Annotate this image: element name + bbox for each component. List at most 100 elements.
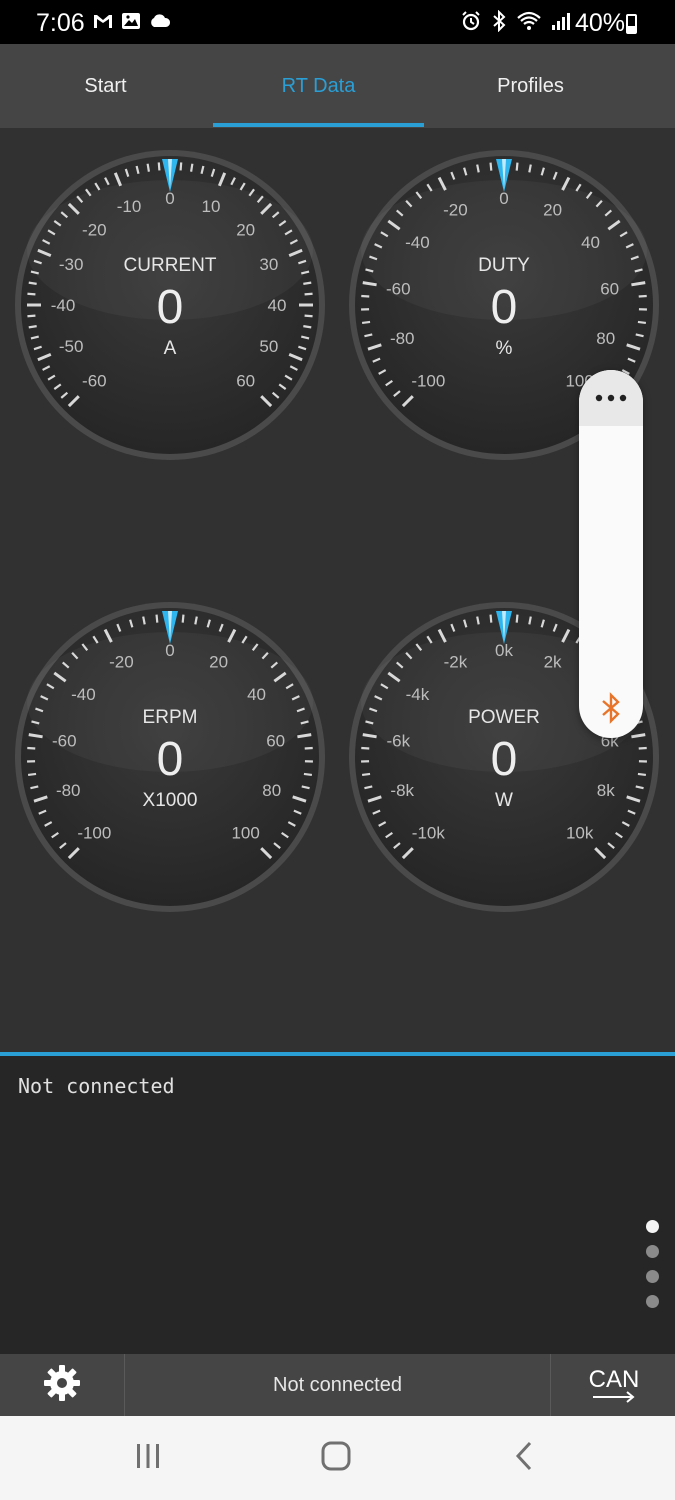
gauge-tick-label: 10 — [201, 197, 220, 216]
gauge-tick-label: -10 — [117, 197, 142, 216]
gauge-minor-tick — [28, 281, 37, 285]
settings-button[interactable] — [0, 1354, 125, 1416]
tab-bar: Start RT Data Profiles — [0, 44, 675, 128]
connection-status: Not connected — [125, 1354, 550, 1416]
gauge-minor-tick — [637, 772, 647, 777]
gauge-tick-label: 60 — [600, 279, 619, 298]
gauge-tick-label: -2k — [444, 653, 468, 672]
can-forward-button[interactable]: CAN — [550, 1354, 675, 1416]
cloud-icon — [148, 10, 172, 39]
page-dot[interactable] — [646, 1245, 659, 1258]
gauge-minor-tick — [361, 320, 371, 325]
gauge-value: 0 — [157, 733, 184, 786]
gauge-minor-tick — [476, 164, 480, 173]
gauge-title: ERPM — [143, 707, 198, 728]
gauge-minor-tick — [638, 746, 647, 750]
bluetooth-icon — [490, 9, 508, 39]
tab-start-label: Start — [84, 74, 127, 97]
gauge-value: 0 — [491, 281, 518, 334]
status-time: 7:06 — [36, 9, 85, 37]
console-panel: Not connected — [0, 1056, 675, 1354]
gallery-icon — [120, 10, 142, 39]
more-options-icon[interactable] — [579, 370, 643, 426]
status-bar: 7:06 40% — [0, 0, 675, 44]
gauge-tick-label: -40 — [71, 685, 96, 704]
page-dot[interactable] — [646, 1220, 659, 1233]
gauge-unit: W — [495, 790, 513, 811]
gauge-minor-tick — [638, 294, 647, 298]
gauge-tick-label: -40 — [405, 233, 430, 252]
gauge-title: CURRENT — [124, 255, 217, 276]
current-gauge-svg: -60-50-40-30-20-10 0 102030405060CURRENT0A — [15, 150, 325, 460]
gauge-tick-label: 40 — [247, 685, 266, 704]
gauge-tick-label: -20 — [82, 220, 107, 239]
back-icon — [512, 1440, 536, 1477]
gauge-minor-tick — [27, 772, 37, 777]
gauge-minor-tick — [476, 616, 480, 625]
gauge-unit: % — [496, 338, 513, 359]
gauge-tick-label: -100 — [77, 824, 111, 843]
gauge-minor-tick — [304, 292, 313, 296]
gauge-tick-label: -6k — [387, 731, 411, 750]
gauge-minor-tick — [528, 164, 532, 173]
gauge-minor-tick — [155, 614, 159, 623]
gauge-tick-label: 80 — [262, 781, 281, 800]
gauge-tick-label: -8k — [390, 781, 414, 800]
gauge-minor-tick — [27, 746, 36, 750]
gauge-tick-label: 60 — [236, 372, 255, 391]
gauge-tick-label: -80 — [390, 329, 415, 348]
gauge-minor-tick — [489, 162, 493, 171]
gauge-minor-tick — [304, 314, 313, 318]
wifi-icon — [516, 10, 542, 39]
gauge-tick-label: -60 — [386, 279, 411, 298]
bluetooth-connect-icon[interactable] — [579, 686, 643, 730]
signal-icon — [550, 10, 572, 39]
tab-profiles[interactable]: Profiles — [425, 44, 636, 128]
gauge-tick-label: -10k — [412, 824, 446, 843]
gauge-tick-label: 100 — [231, 824, 259, 843]
home-button[interactable] — [306, 1436, 366, 1480]
gauge-tick-label: 20 — [209, 653, 228, 672]
gauge-minor-tick — [303, 772, 313, 777]
gauge-tick-label: -20 — [443, 201, 468, 220]
gauge-tick-label: 20 — [543, 201, 562, 220]
tab-rt-data-label: RT Data — [281, 74, 356, 97]
gauge-minor-tick — [361, 294, 370, 298]
page-dot[interactable] — [646, 1270, 659, 1283]
floating-edge-panel[interactable] — [579, 370, 643, 738]
gauge-tick-label: -60 — [82, 372, 107, 391]
system-nav-bar — [0, 1416, 675, 1500]
gauge-value: 0 — [491, 733, 518, 786]
gauge-minor-tick — [190, 163, 194, 172]
gauge-minor-tick — [489, 614, 493, 623]
gauge-tick-label: -100 — [411, 372, 445, 391]
current-gauge: -60 -50 -40 -30 -20 -10 0 10 20 30 40 50 60 CURRENT 0 A — [10, 145, 330, 465]
back-button[interactable] — [494, 1436, 554, 1480]
page-indicator — [646, 1220, 660, 1320]
gauge-minor-tick — [181, 614, 185, 623]
gauge-minor-tick — [28, 325, 37, 329]
gauge-tick-label: 40 — [268, 296, 287, 315]
active-tab-indicator — [213, 123, 424, 127]
recent-apps-icon — [133, 1442, 163, 1475]
gauge-minor-tick — [157, 162, 161, 171]
gauge-tick-label: -20 — [109, 653, 134, 672]
gauge-tick-label: 60 — [266, 731, 285, 750]
gauge-tick-label: 30 — [259, 255, 278, 274]
gauge-tick-label: -50 — [59, 337, 84, 356]
gauge-minor-tick — [515, 162, 519, 171]
home-icon — [320, 1440, 352, 1477]
gauge-title: DUTY — [478, 255, 530, 276]
gauge-tick-label: -80 — [56, 781, 81, 800]
tab-start[interactable]: Start — [0, 44, 211, 128]
gauge-tick-label: 8k — [597, 781, 615, 800]
gauge-unit: A — [164, 338, 177, 359]
tab-rt-data[interactable]: RT Data — [213, 44, 424, 128]
recent-apps-button[interactable] — [118, 1436, 178, 1480]
gauge-minor-tick — [27, 314, 36, 318]
page-dot[interactable] — [646, 1295, 659, 1308]
gear-icon — [42, 1363, 82, 1408]
gauge-tick-label: 2k — [544, 653, 562, 672]
erpm-gauge-svg: -100-80-60-40-20020406080100ERPM0X1000 — [15, 602, 325, 912]
gauge-tick-label: -4k — [406, 685, 430, 704]
